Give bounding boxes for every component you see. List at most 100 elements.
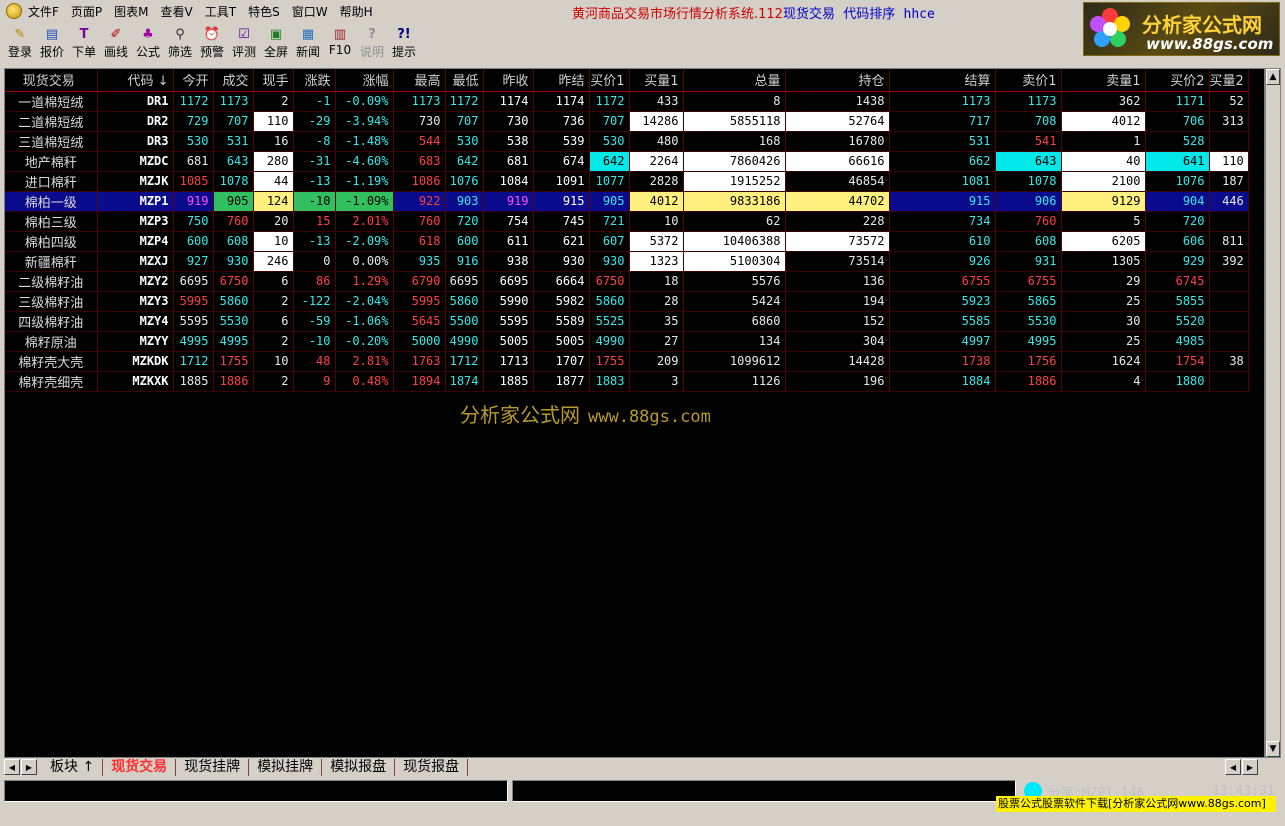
column-header[interactable]: 代码 ↓ [97, 69, 174, 92]
table-cell: 5923 [889, 291, 996, 312]
table-row[interactable]: 四级棉籽油 MZY4 5595 5530 6 -59 -1.06% 5645 5500 5595 5… [5, 311, 1249, 332]
watermark-cn: 分析家公式网 [460, 403, 580, 427]
toolbar-button-10[interactable]: ▥ F10 [324, 24, 356, 62]
table-cell: 246 [253, 251, 294, 272]
table-cell: 1624 [1061, 351, 1146, 372]
toolbar-button-4[interactable]: ♣ 公式 [132, 24, 164, 62]
column-header[interactable]: 现货交易 [5, 69, 98, 92]
toolbar-button-6[interactable]: ⏰ 预警 [196, 24, 228, 62]
table-cell: 四级棉籽油 [5, 311, 98, 332]
pencil-icon: ✎ [14, 26, 26, 42]
column-header[interactable]: 现手 [253, 69, 294, 92]
table-cell: 681 [483, 151, 534, 172]
menu-special[interactable]: 特色S [248, 3, 280, 20]
table-row[interactable]: 棉籽壳细壳 MZKXK 1885 1886 2 9 0.48% 1894 1874 1885 187… [5, 371, 1249, 392]
table-cell: 三级棉籽油 [5, 291, 98, 312]
table-row[interactable]: 地产棉秆 MZDC 681 643 280 -31 -4.60% 683 642 681 674 64… [5, 151, 1249, 172]
column-header[interactable]: 卖量1 [1061, 69, 1146, 92]
table-row[interactable]: 新疆棉秆 MZXJ 927 930 246 0 0.00% 935 916 938 930 930 13… [5, 251, 1249, 272]
table-row[interactable]: 三级棉籽油 MZY3 5995 5860 2 -122 -2.04% 5995 5860 5990… [5, 291, 1249, 312]
table-cell: 4012 [1061, 111, 1146, 132]
tab-scroll-right-icon[interactable]: ▶ [21, 759, 37, 775]
table-cell: 1172 [589, 91, 630, 112]
column-header[interactable]: 今开 [173, 69, 214, 92]
menu-help[interactable]: 帮助H [340, 3, 373, 20]
quote-grid[interactable]: 现货交易 代码 ↓ 今开 成交 现手 涨跌 涨幅 最高 最低 昨收 昨结 买价1 买量1 总量 持仓 结算 卖价… [4, 68, 1265, 758]
table-row[interactable]: 二级棉籽油 MZY2 6695 6750 6 86 1.29% 6790 6695 6695 666… [5, 271, 1249, 292]
hscroll-left-icon[interactable]: ◀ [1225, 759, 1241, 775]
menu-chart[interactable]: 图表M [114, 3, 148, 20]
column-header[interactable]: 买价1 [589, 69, 630, 92]
sheet-tab[interactable]: 板块 ↑ [42, 759, 104, 776]
table-cell: 531 [213, 131, 254, 152]
table-cell: 1173 [889, 91, 996, 112]
table-cell: -13 [293, 231, 336, 252]
column-header[interactable]: 成交 [213, 69, 254, 92]
column-header[interactable]: 涨跌 [293, 69, 336, 92]
sheet-tab[interactable]: 现货挂牌 [176, 759, 250, 776]
table-row[interactable]: 棉柏四级 MZP4 600 608 10 -13 -2.09% 618 600 611 621 607… [5, 231, 1249, 252]
toolbar-button-9[interactable]: ▦ 新闻 [292, 24, 324, 62]
table-cell: 38 [1209, 351, 1249, 372]
ad-banner[interactable]: 股票公式股票软件下载[分析家公式网www.88gs.com] [996, 796, 1276, 812]
sheet-tab[interactable]: 现货交易 [103, 759, 177, 776]
column-header[interactable]: 结算 [889, 69, 996, 92]
sheet-tab[interactable]: 模拟挂牌 [249, 759, 323, 776]
toolbar-button-5[interactable]: ⚲ 筛选 [164, 24, 196, 62]
toolbar-button-8[interactable]: ▣ 全屏 [260, 24, 292, 62]
table-cell: 642 [445, 151, 484, 172]
column-header[interactable]: 昨结 [533, 69, 590, 92]
table-cell: 1712 [445, 351, 484, 372]
column-header[interactable]: 持仓 [785, 69, 890, 92]
table-cell: 52764 [785, 111, 890, 132]
vertical-scrollbar[interactable]: ▲ ▼ [1265, 68, 1281, 758]
table-cell: 10406388 [683, 231, 786, 252]
table-cell: 5576 [683, 271, 786, 292]
menu-file[interactable]: 文件F [28, 3, 59, 20]
app-logo-icon[interactable] [6, 3, 22, 19]
scroll-down-icon[interactable]: ▼ [1266, 741, 1280, 757]
toolbar-button-3[interactable]: ✐ 画线 [100, 24, 132, 62]
column-header[interactable]: 涨幅 [335, 69, 394, 92]
table-cell: -59 [293, 311, 336, 332]
table-row[interactable]: 二道棉短绒 DR2 729 707 110 -29 -3.94% 730 707 730 736 70… [5, 111, 1249, 132]
menu-view[interactable]: 查看V [161, 3, 193, 20]
column-header[interactable]: 昨收 [483, 69, 534, 92]
toolbar-button-12[interactable]: ?! 提示 [388, 24, 420, 62]
table-row[interactable]: 棉柏一级 MZP1 919 905 124 -10 -1.09% 922 903 919 915 90… [5, 191, 1249, 212]
menu-window[interactable]: 窗口W [292, 3, 328, 20]
column-header[interactable]: 买量2 [1209, 69, 1249, 92]
table-cell: 1078 [995, 171, 1062, 192]
hscroll-right-icon[interactable]: ▶ [1242, 759, 1258, 775]
table-row[interactable]: 一道棉短绒 DR1 1172 1173 2 -1 -0.09% 1173 1172 1174 117… [5, 91, 1249, 112]
toolbar-button-1[interactable]: ▤ 报价 [36, 24, 68, 62]
table-row[interactable]: 进口棉秆 MZJK 1085 1078 44 -13 -1.19% 1086 1076 1084 1… [5, 171, 1249, 192]
column-header[interactable]: 最低 [445, 69, 484, 92]
table-cell: 52 [1209, 91, 1249, 112]
column-header[interactable]: 买价2 [1145, 69, 1210, 92]
table-row[interactable]: 三道棉短绒 DR3 530 531 16 -8 -1.48% 544 530 538 539 530 4… [5, 131, 1249, 152]
table-cell: 1173 [995, 91, 1062, 112]
toolbar-button-2[interactable]: T 下单 [68, 24, 100, 62]
window-title: 黄河商品交易市场行情分析系统.112现货交易 代码排序 hhce [572, 3, 935, 22]
table-row[interactable]: 棉籽壳大壳 MZKDK 1712 1755 10 48 2.81% 1763 1712 1713 1… [5, 351, 1249, 372]
sheet-tab[interactable]: 现货报盘 [395, 759, 469, 776]
toolbar-button-7[interactable]: ☑ 评测 [228, 24, 260, 62]
table-cell: 674 [533, 151, 590, 172]
column-header[interactable]: 最高 [393, 69, 446, 92]
column-header[interactable]: 总量 [683, 69, 786, 92]
table-cell: 618 [393, 231, 446, 252]
sheet-tab[interactable]: 模拟报盘 [322, 759, 396, 776]
table-cell: 2 [253, 331, 294, 352]
table-row[interactable]: 棉柏三级 MZP3 750 760 20 15 2.01% 760 720 754 745 721 10… [5, 211, 1249, 232]
menu-tools[interactable]: 工具T [205, 3, 236, 20]
column-header[interactable]: 买量1 [629, 69, 684, 92]
table-row[interactable]: 棉籽原油 MZYY 4995 4995 2 -10 -0.20% 5000 4990 5005 50… [5, 331, 1249, 352]
table-cell: 5995 [173, 291, 214, 312]
table-cell: 530 [445, 131, 484, 152]
column-header[interactable]: 卖价1 [995, 69, 1062, 92]
toolbar-button-0[interactable]: ✎ 登录 [4, 24, 36, 62]
tab-scroll-left-icon[interactable]: ◀ [4, 759, 20, 775]
menu-page[interactable]: 页面P [71, 3, 102, 20]
scroll-up-icon[interactable]: ▲ [1266, 69, 1280, 85]
